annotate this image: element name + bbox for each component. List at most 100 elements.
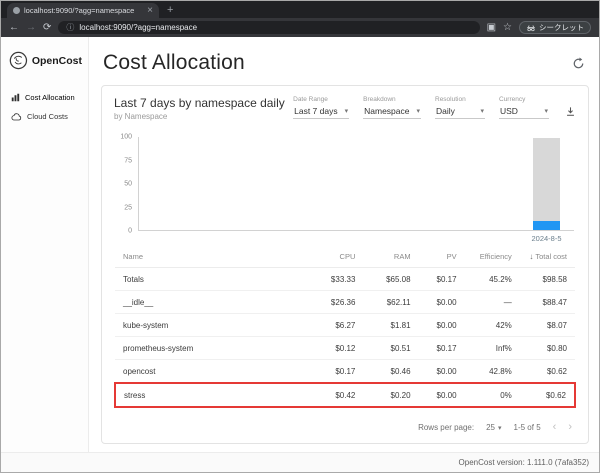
brand-name: OpenCost bbox=[32, 55, 82, 67]
y-tick: 100 bbox=[120, 134, 132, 141]
browser-tab-bar: localhost:9090/?agg=namespace × + bbox=[1, 1, 599, 18]
cell-efficiency: Inf% bbox=[465, 337, 520, 360]
currency-value: USD bbox=[500, 106, 518, 116]
table-header-row: Name CPU RAM PV Efficiency ↓Total cost bbox=[115, 247, 575, 268]
reload-icon[interactable]: ⟳ bbox=[43, 23, 51, 33]
report-title: Last 7 days by namespace daily bbox=[114, 96, 285, 110]
sidebar-item-cloud-costs[interactable]: Cloud Costs bbox=[9, 107, 82, 126]
report-card: Last 7 days by namespace daily by Namesp… bbox=[101, 85, 589, 444]
sidebar-item-cost-allocation[interactable]: Cost Allocation bbox=[9, 88, 82, 107]
site-info-icon[interactable]: ⓘ bbox=[66, 24, 74, 32]
tab-close-icon[interactable]: × bbox=[147, 6, 153, 16]
table-row: __idle__ $26.36 $62.11 $0.00 — $88.47 bbox=[115, 291, 575, 314]
forward-icon[interactable]: → bbox=[26, 23, 36, 33]
table-row: Totals $33.33 $65.08 $0.17 45.2% $98.58 bbox=[115, 268, 575, 291]
cell-total: $0.62 bbox=[520, 360, 575, 384]
table-row-highlighted: stress $0.42 $0.20 $0.00 0% $0.62 bbox=[115, 383, 575, 407]
cell-cpu: $0.42 bbox=[308, 383, 363, 407]
allocation-table: Name CPU RAM PV Efficiency ↓Total cost T… bbox=[114, 247, 576, 408]
cell-total: $98.58 bbox=[520, 268, 575, 291]
cell-name: stress bbox=[115, 383, 308, 407]
cell-efficiency: 0% bbox=[465, 383, 520, 407]
cell-name: opencost bbox=[115, 360, 308, 384]
bookmark-star-icon[interactable]: ☆ bbox=[503, 23, 512, 33]
cell-cpu: $33.33 bbox=[308, 268, 363, 291]
cell-total: $88.47 bbox=[520, 291, 575, 314]
column-header-pv[interactable]: PV bbox=[419, 247, 465, 268]
report-titles: Last 7 days by namespace daily by Namesp… bbox=[114, 96, 285, 121]
browser-toolbar: ← → ⟳ ⓘ localhost:9090/?agg=namespace ▣ … bbox=[1, 18, 599, 37]
report-controls: Date Range Last 7 days▾ Breakdown Namesp… bbox=[293, 96, 576, 119]
x-axis-label: 2024-8-5 bbox=[524, 234, 569, 243]
cell-cpu: $0.12 bbox=[308, 337, 363, 360]
table-row: opencost $0.17 $0.46 $0.00 42.8% $0.62 bbox=[115, 360, 575, 384]
address-bar[interactable]: ⓘ localhost:9090/?agg=namespace bbox=[58, 21, 479, 34]
cell-efficiency: — bbox=[465, 291, 520, 314]
side-panel-icon[interactable]: ▣ bbox=[487, 23, 496, 33]
chart-plot-area: 2024-8-5 bbox=[138, 137, 574, 231]
refresh-icon[interactable] bbox=[572, 57, 585, 70]
incognito-badge: シークレット bbox=[519, 21, 591, 34]
column-header-cpu[interactable]: CPU bbox=[308, 247, 363, 268]
sidebar-item-label: Cost Allocation bbox=[25, 93, 75, 102]
cell-name: Totals bbox=[115, 268, 308, 291]
y-tick: 0 bbox=[128, 228, 132, 235]
chevron-down-icon: ▾ bbox=[480, 107, 484, 115]
currency-select[interactable]: Currency USD▾ bbox=[499, 96, 549, 119]
rows-per-page-select[interactable]: 25 ▾ bbox=[486, 423, 501, 432]
column-header-name[interactable]: Name bbox=[115, 247, 308, 268]
cell-pv: $0.00 bbox=[419, 360, 465, 384]
cell-pv: $0.00 bbox=[419, 314, 465, 337]
report-header: Last 7 days by namespace daily by Namesp… bbox=[114, 96, 576, 121]
cell-pv: $0.00 bbox=[419, 383, 465, 407]
cell-name: kube-system bbox=[115, 314, 308, 337]
cell-pv: $0.17 bbox=[419, 337, 465, 360]
prev-page-icon[interactable]: ‹ bbox=[553, 422, 557, 433]
cell-ram: $1.81 bbox=[363, 314, 418, 337]
report-subtitle: by Namespace bbox=[114, 112, 285, 121]
cost-allocation-icon bbox=[11, 93, 20, 102]
column-header-ram[interactable]: RAM bbox=[363, 247, 418, 268]
cell-ram: $62.11 bbox=[363, 291, 418, 314]
date-range-select[interactable]: Date Range Last 7 days▾ bbox=[293, 96, 349, 119]
cell-pv: $0.17 bbox=[419, 268, 465, 291]
currency-label: Currency bbox=[499, 96, 549, 103]
cell-cpu: $26.36 bbox=[308, 291, 363, 314]
cell-cpu: $0.17 bbox=[308, 360, 363, 384]
breakdown-value: Namespace bbox=[364, 106, 409, 116]
cell-efficiency: 45.2% bbox=[465, 268, 520, 291]
table-row: kube-system $6.27 $1.81 $0.00 42% $8.07 bbox=[115, 314, 575, 337]
chart-y-axis: 100 75 50 25 0 bbox=[114, 137, 138, 231]
resolution-value: Daily bbox=[436, 106, 455, 116]
bar-segment-allocated bbox=[533, 221, 560, 230]
cell-total: $0.62 bbox=[520, 383, 575, 407]
cell-name: prometheus-system bbox=[115, 337, 308, 360]
tab-title: localhost:9090/?agg=namespace bbox=[24, 6, 143, 15]
chart-bar[interactable] bbox=[533, 137, 560, 230]
column-header-total-cost[interactable]: ↓Total cost bbox=[520, 247, 575, 268]
new-tab-button[interactable]: + bbox=[167, 5, 173, 16]
sidebar-item-label: Cloud Costs bbox=[27, 112, 68, 121]
back-icon[interactable]: ← bbox=[9, 23, 19, 33]
chevron-down-icon: ▾ bbox=[498, 424, 502, 432]
date-range-label: Date Range bbox=[293, 96, 349, 103]
browser-tab[interactable]: localhost:9090/?agg=namespace × bbox=[7, 3, 159, 18]
table-row: prometheus-system $0.12 $0.51 $0.17 Inf%… bbox=[115, 337, 575, 360]
tab-favicon-icon bbox=[13, 7, 20, 14]
sort-desc-icon: ↓ bbox=[529, 252, 533, 261]
resolution-label: Resolution bbox=[435, 96, 485, 103]
cost-chart: 100 75 50 25 0 2024-8-5 bbox=[114, 137, 574, 231]
cell-ram: $0.20 bbox=[363, 383, 418, 407]
next-page-icon[interactable]: › bbox=[568, 422, 572, 433]
browser-window: localhost:9090/?agg=namespace × + ← → ⟳ … bbox=[0, 0, 600, 473]
rows-per-page-label: Rows per page: bbox=[418, 423, 474, 432]
cell-cpu: $6.27 bbox=[308, 314, 363, 337]
incognito-icon bbox=[526, 24, 536, 32]
breakdown-select[interactable]: Breakdown Namespace▾ bbox=[363, 96, 421, 119]
cloud-icon bbox=[11, 113, 22, 121]
column-header-efficiency[interactable]: Efficiency bbox=[465, 247, 520, 268]
resolution-select[interactable]: Resolution Daily ▾ bbox=[435, 96, 485, 119]
pagination-range: 1-5 of 5 bbox=[514, 423, 541, 432]
breakdown-label: Breakdown bbox=[363, 96, 421, 103]
download-icon[interactable] bbox=[565, 106, 576, 117]
